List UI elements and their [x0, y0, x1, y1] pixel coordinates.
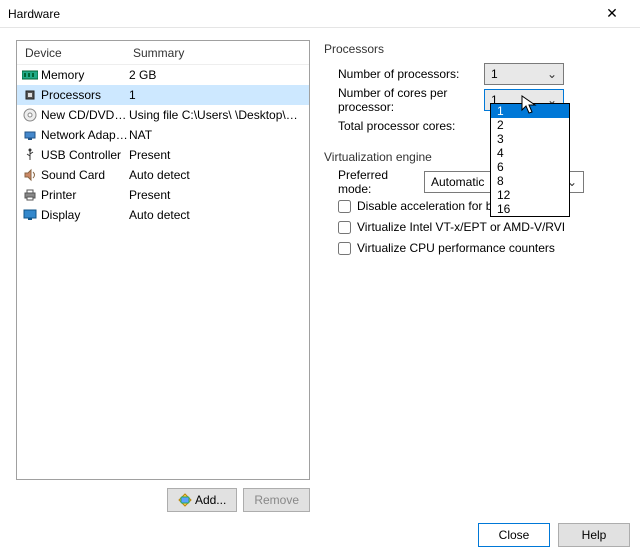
right-column: Processors Number of processors: 1 ⌄ Num… [324, 40, 630, 512]
remove-button: Remove [243, 488, 310, 512]
num-processors-row: Number of processors: 1 ⌄ [338, 62, 630, 86]
device-name: Memory [41, 68, 129, 82]
total-cores-label: Total processor cores: [338, 119, 484, 133]
bottom-bar: Close Help [478, 523, 630, 547]
device-buttons: Add... Remove [16, 488, 310, 512]
preferred-mode-label: Preferred mode: [338, 168, 424, 196]
device-summary: Auto detect [129, 168, 305, 182]
header-summary: Summary [133, 46, 301, 60]
left-column: Device Summary Memory 2 GB Processors 1 [16, 40, 310, 512]
processors-group-title: Processors [324, 42, 630, 56]
device-row-cddvd[interactable]: New CD/DVD (S... Using file C:\Users\ \D… [17, 105, 309, 125]
cores-dropdown-list[interactable]: 1 2 3 4 6 8 12 16 [490, 103, 570, 217]
add-button[interactable]: Add... [167, 488, 237, 512]
cpu-icon [21, 87, 39, 103]
titlebar: Hardware ✕ [0, 0, 640, 28]
device-row-display[interactable]: Display Auto detect [17, 205, 309, 225]
dropdown-option[interactable]: 6 [491, 160, 569, 174]
dropdown-option[interactable]: 16 [491, 202, 569, 216]
device-list-header: Device Summary [17, 41, 309, 65]
disc-icon [21, 107, 39, 123]
virtualization-group-title: Virtualization engine [324, 150, 630, 164]
device-list: Device Summary Memory 2 GB Processors 1 [16, 40, 310, 480]
total-cores-row: Total processor cores: [338, 114, 630, 138]
device-name: Sound Card [41, 168, 129, 182]
help-button[interactable]: Help [558, 523, 630, 547]
num-processors-value: 1 [491, 67, 545, 81]
dropdown-option[interactable]: 8 [491, 174, 569, 188]
virtualization-group: Virtualization engine Preferred mode: Au… [324, 150, 630, 258]
device-name: Network Adapter [41, 128, 129, 142]
chevron-down-icon: ⌄ [545, 67, 559, 81]
cores-per-processor-label: Number of cores per processor: [338, 86, 484, 114]
usb-icon [21, 147, 39, 163]
virtualize-vtx-label: Virtualize Intel VT-x/EPT or AMD-V/RVI [357, 220, 565, 234]
device-row-usb[interactable]: USB Controller Present [17, 145, 309, 165]
device-summary: Auto detect [129, 208, 305, 222]
device-summary: NAT [129, 128, 305, 142]
device-summary: Present [129, 188, 305, 202]
device-summary: Present [129, 148, 305, 162]
virtualize-cpu-counters-label: Virtualize CPU performance counters [357, 241, 555, 255]
device-name: Processors [41, 88, 129, 102]
network-icon [21, 127, 39, 143]
memory-icon [21, 67, 39, 83]
device-summary: Using file C:\Users\ \Desktop\W... [129, 108, 305, 122]
display-icon [21, 207, 39, 223]
close-icon[interactable]: ✕ [592, 5, 632, 22]
close-button[interactable]: Close [478, 523, 550, 547]
num-processors-label: Number of processors: [338, 67, 484, 81]
preferred-mode-row: Preferred mode: Automatic ⌄ [338, 170, 630, 194]
virtualize-cpu-counters-checkbox[interactable] [338, 242, 351, 255]
device-row-printer[interactable]: Printer Present [17, 185, 309, 205]
window-title: Hardware [8, 7, 592, 21]
printer-icon [21, 187, 39, 203]
device-row-processors[interactable]: Processors 1 [17, 85, 309, 105]
cores-per-processor-row: Number of cores per processor: 1 ⌄ [338, 88, 630, 112]
dropdown-option[interactable]: 3 [491, 132, 569, 146]
device-row-memory[interactable]: Memory 2 GB [17, 65, 309, 85]
device-name: Display [41, 208, 129, 222]
device-row-sound[interactable]: Sound Card Auto detect [17, 165, 309, 185]
device-name: New CD/DVD (S... [41, 108, 129, 122]
virtualize-vtx-checkbox[interactable] [338, 221, 351, 234]
dropdown-option[interactable]: 1 [491, 104, 569, 118]
disable-accel-checkbox[interactable] [338, 200, 351, 213]
num-processors-combo[interactable]: 1 ⌄ [484, 63, 564, 85]
sound-icon [21, 167, 39, 183]
device-summary: 1 [129, 88, 305, 102]
device-summary: 2 GB [129, 68, 305, 82]
virtualize-cpu-counters-row: Virtualize CPU performance counters [338, 238, 630, 258]
dropdown-option[interactable]: 12 [491, 188, 569, 202]
disable-accel-row: Disable acceleration for binary [338, 196, 630, 216]
content: Device Summary Memory 2 GB Processors 1 [0, 28, 640, 518]
device-row-network[interactable]: Network Adapter NAT [17, 125, 309, 145]
dropdown-option[interactable]: 4 [491, 146, 569, 160]
processors-group: Processors Number of processors: 1 ⌄ Num… [324, 42, 630, 138]
dropdown-option[interactable]: 2 [491, 118, 569, 132]
add-button-label: Add... [195, 493, 226, 507]
device-name: Printer [41, 188, 129, 202]
header-device: Device [25, 46, 133, 60]
device-name: USB Controller [41, 148, 129, 162]
virtualize-vtx-row: Virtualize Intel VT-x/EPT or AMD-V/RVI [338, 217, 630, 237]
